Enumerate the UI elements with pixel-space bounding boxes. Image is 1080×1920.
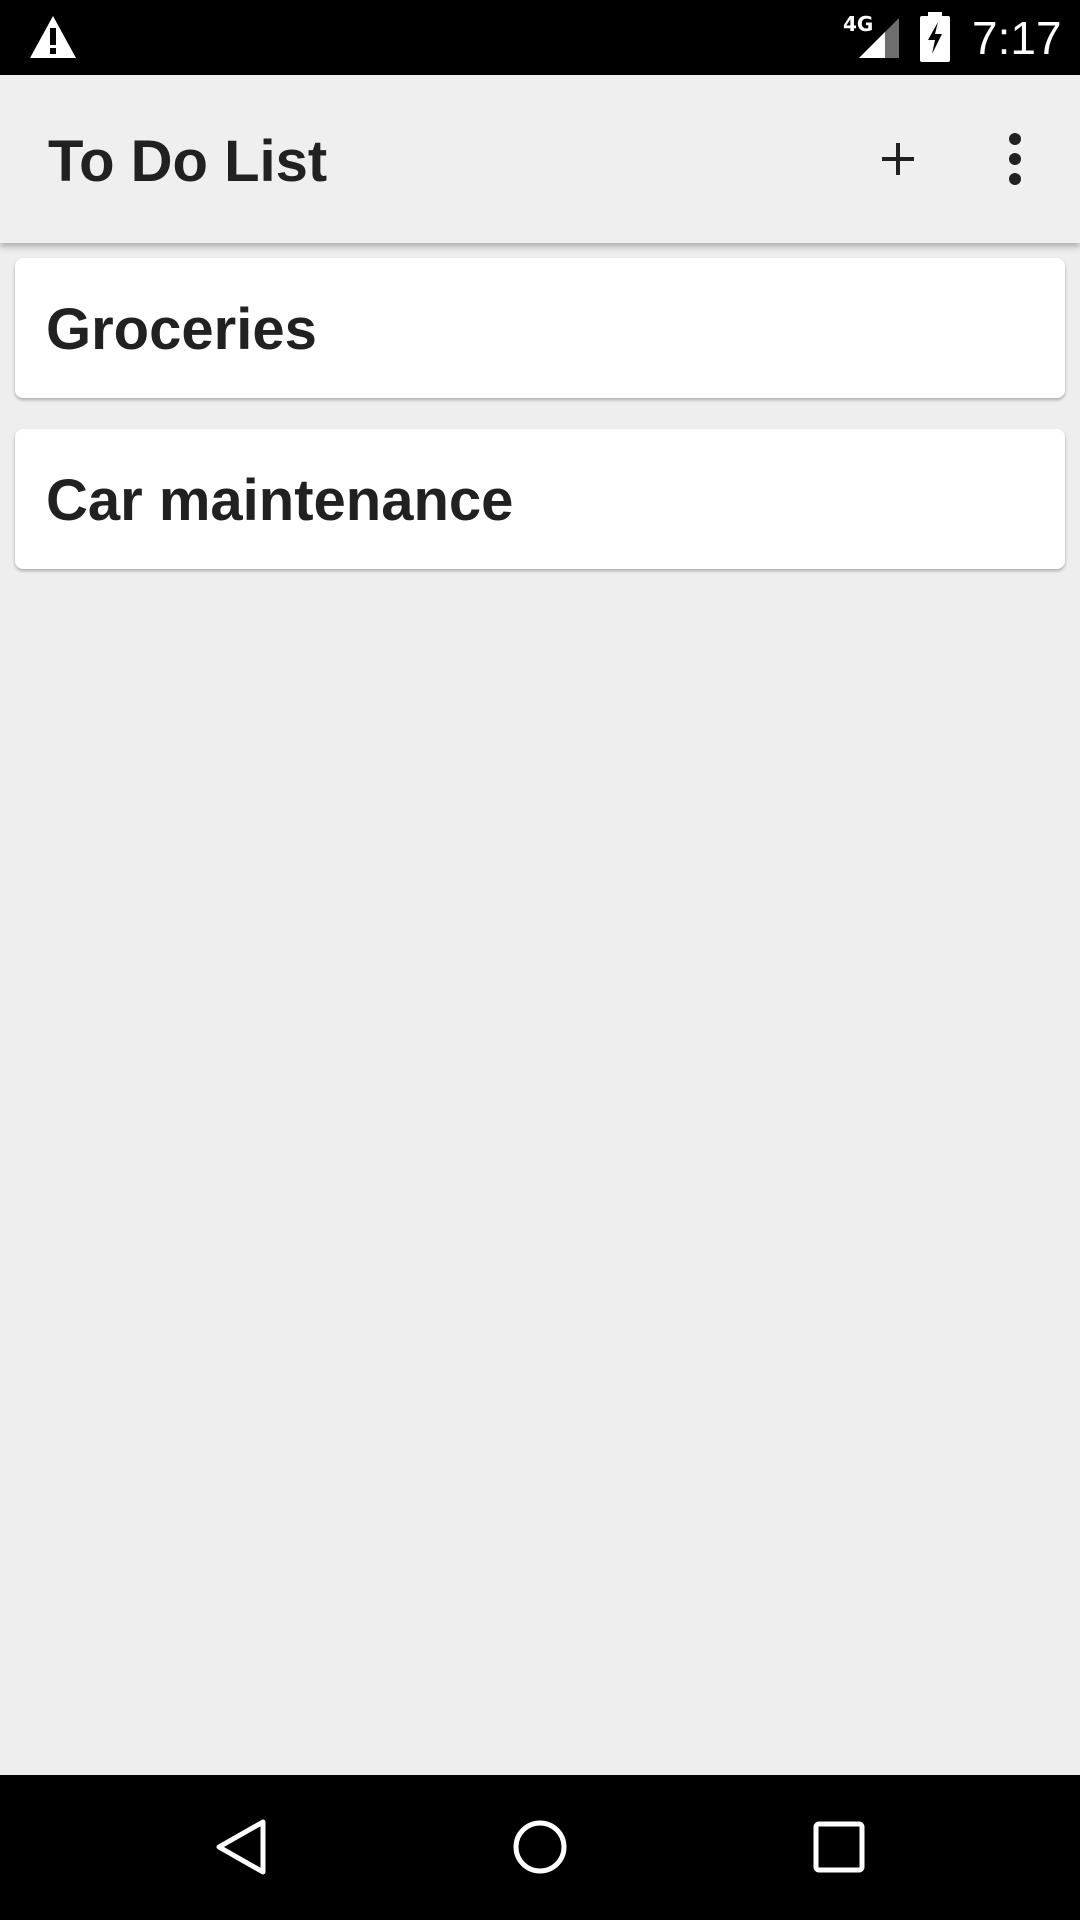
list-item-label: Car maintenance — [46, 468, 514, 533]
back-icon — [216, 1819, 266, 1875]
overflow-menu-button[interactable] — [975, 119, 1055, 199]
status-time: 7:17 — [972, 12, 1062, 64]
add-button[interactable] — [858, 119, 938, 199]
home-button[interactable] — [490, 1797, 590, 1897]
warning-icon — [30, 16, 76, 58]
status-bar: 4G 7:17 — [0, 0, 1080, 75]
signal-icon: 4G — [843, 12, 901, 60]
back-button[interactable] — [191, 1797, 291, 1897]
app-bar: To Do List — [0, 75, 1080, 243]
list-item-label: Groceries — [46, 297, 317, 362]
screen: 4G 7:17 To Do List Groceries Car mainten… — [0, 0, 1080, 1920]
page-title: To Do List — [48, 129, 328, 194]
add-icon — [882, 143, 914, 175]
more-vert-icon — [1009, 133, 1021, 185]
list-item[interactable]: Car maintenance — [15, 429, 1065, 569]
recents-icon — [813, 1821, 865, 1873]
home-icon — [513, 1820, 567, 1874]
battery-charging-icon — [920, 12, 950, 62]
navigation-bar — [0, 1775, 1080, 1920]
recents-button[interactable] — [789, 1797, 889, 1897]
list-item[interactable]: Groceries — [15, 258, 1065, 398]
